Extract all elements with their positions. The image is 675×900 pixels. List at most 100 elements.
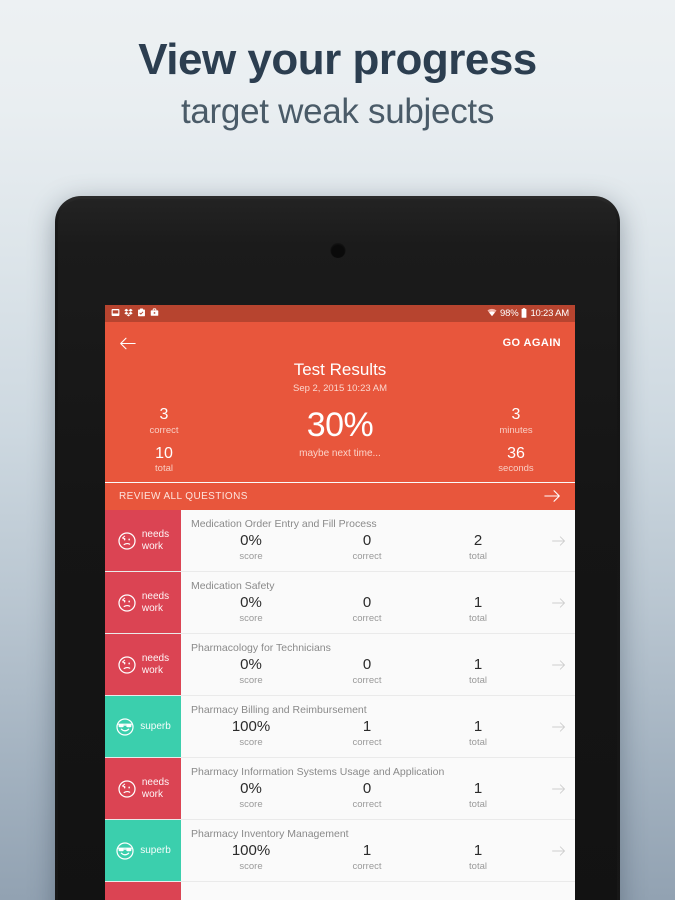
metric-correct: 1 correct <box>311 719 423 748</box>
metric-correct: 0 correct <box>311 781 423 810</box>
metric-correct-label: correct <box>352 550 382 562</box>
chevron-right-icon <box>541 882 575 900</box>
subject-title: Medication Safety <box>191 580 275 593</box>
metric-total: 1 total <box>423 781 533 810</box>
subject-title: Pharmacy Billing and Reimbursement <box>191 704 367 717</box>
metric-correct-value: 0 <box>362 780 372 798</box>
status-badge: needs work <box>105 572 181 634</box>
status-badge-label: needs work <box>141 653 170 676</box>
table-row[interactable]: Pharmacy Law and Regulations <box>105 882 575 900</box>
dropbox-icon <box>124 308 133 319</box>
status-badge-label: needs work <box>141 529 170 552</box>
metric-correct-value: 0 <box>362 532 372 550</box>
metric-correct-label: correct <box>352 860 382 872</box>
metric-correct: 1 correct <box>311 843 423 872</box>
metric-score-label: score <box>239 860 263 872</box>
metric-total-label: total <box>469 736 487 748</box>
chevron-right-icon <box>541 634 575 695</box>
status-bar-right-indicators: 98% 10:23 AM <box>487 307 569 320</box>
metric-score-label: score <box>239 550 263 562</box>
wifi-icon <box>487 308 497 319</box>
status-badge <box>105 882 181 900</box>
stat-correct-value: 3 <box>159 406 169 423</box>
metric-correct-value: 0 <box>362 594 372 612</box>
go-again-button[interactable]: GO AGAIN <box>503 337 561 349</box>
device-screen: 98% 10:23 AM GO AGAIN Test Results Sep 2… <box>105 305 575 900</box>
metric-score: 0% score <box>191 533 311 562</box>
chevron-right-icon <box>541 572 575 633</box>
table-row[interactable]: superb Pharmacy Billing and Reimbursement… <box>105 696 575 759</box>
row-metrics: 0% score 0 correct 1 total <box>191 781 533 810</box>
subject-title: Pharmacy Information Systems Usage and A… <box>191 766 445 779</box>
chevron-right-icon <box>541 696 575 757</box>
status-badge: superb <box>105 696 181 758</box>
overall-score-percent: 30% <box>306 406 374 444</box>
arrow-right-icon <box>544 489 561 503</box>
metric-total: 1 total <box>423 657 533 686</box>
metric-score-label: score <box>239 798 263 810</box>
status-bar: 98% 10:23 AM <box>105 305 575 322</box>
sim-card-icon <box>111 308 120 319</box>
metric-total: 1 total <box>423 719 533 748</box>
stat-total-label: total <box>155 463 173 475</box>
summary-right-column: 3 minutes 36 seconds <box>473 406 559 474</box>
metric-score: 0% score <box>191 657 311 686</box>
chevron-right-icon <box>541 510 575 571</box>
review-all-questions-label: REVIEW ALL QUESTIONS <box>119 490 248 502</box>
row-metrics: 100% score 1 correct 1 total <box>191 843 533 872</box>
front-camera-icon <box>330 243 345 258</box>
battery-full-icon <box>521 307 527 320</box>
metric-correct: 0 correct <box>311 595 423 624</box>
subject-title: Pharmacology for Technicians <box>191 642 331 655</box>
metric-total-label: total <box>469 860 487 872</box>
stat-seconds-label: seconds <box>498 463 534 475</box>
status-badge: superb <box>105 820 181 882</box>
table-row[interactable]: superb Pharmacy Inventory Management 100% s… <box>105 820 575 883</box>
row-content: Pharmacy Inventory Management 100% score 1 c… <box>181 820 541 881</box>
stat-minutes: 3 minutes <box>473 406 559 436</box>
stat-correct: 3 correct <box>121 406 207 436</box>
metric-correct-value: 1 <box>362 718 372 736</box>
table-row[interactable]: needs work Pharmacology for Technicians 0% s… <box>105 634 575 697</box>
metric-score: 0% score <box>191 595 311 624</box>
status-badge-label: needs work <box>141 591 170 614</box>
metric-total: 1 total <box>423 595 533 624</box>
metric-total-value: 1 <box>473 656 483 674</box>
metric-correct-label: correct <box>352 612 382 624</box>
metric-score-value: 0% <box>240 780 262 798</box>
metric-correct: 0 correct <box>311 657 423 686</box>
status-badge: needs work <box>105 510 181 572</box>
sunglasses-face-icon <box>115 717 135 737</box>
clock-label: 10:23 AM <box>530 308 569 319</box>
metric-correct-label: correct <box>352 736 382 748</box>
row-content: Pharmacy Billing and Reimbursement 100% sc… <box>181 696 541 757</box>
confused-face-icon <box>117 531 137 551</box>
status-badge-label: superb <box>140 720 171 732</box>
back-arrow-icon[interactable] <box>119 336 136 351</box>
tablet-bezel: 98% 10:23 AM GO AGAIN Test Results Sep 2… <box>58 199 617 900</box>
table-row[interactable]: needs work Medication Order Entry and Fill… <box>105 510 575 573</box>
metric-total-label: total <box>469 674 487 686</box>
row-metrics: 100% score 1 correct 1 total <box>191 719 533 748</box>
page-title: Test Results <box>293 360 387 379</box>
metric-total-label: total <box>469 550 487 562</box>
results-timestamp: Sep 2, 2015 10:23 AM <box>292 383 388 394</box>
review-all-questions-button[interactable]: REVIEW ALL QUESTIONS <box>105 483 575 511</box>
score-caption: maybe next time... <box>299 448 381 459</box>
status-badge: needs work <box>105 634 181 696</box>
metric-score-value: 100% <box>231 718 271 736</box>
metric-score: 100% score <box>191 843 311 872</box>
table-row[interactable]: needs work Pharmacy Information Systems Us… <box>105 758 575 821</box>
tablet-device-frame: 98% 10:23 AM GO AGAIN Test Results Sep 2… <box>55 196 620 900</box>
briefcase-icon <box>150 308 159 319</box>
table-row[interactable]: needs work Medication Safety 0% score 0 correc… <box>105 572 575 635</box>
app-bar-top-row: GO AGAIN <box>119 330 561 356</box>
subject-title: Pharmacy Inventory Management <box>191 828 349 841</box>
sunglasses-face-icon <box>115 841 135 861</box>
row-metrics: 0% score 0 correct 1 total <box>191 657 533 686</box>
metric-total: 2 total <box>423 533 533 562</box>
metric-correct-label: correct <box>352 798 382 810</box>
row-content: Pharmacy Law and Regulations <box>181 882 541 900</box>
metric-correct-label: correct <box>352 674 382 686</box>
status-bar-left-icons <box>111 308 159 319</box>
